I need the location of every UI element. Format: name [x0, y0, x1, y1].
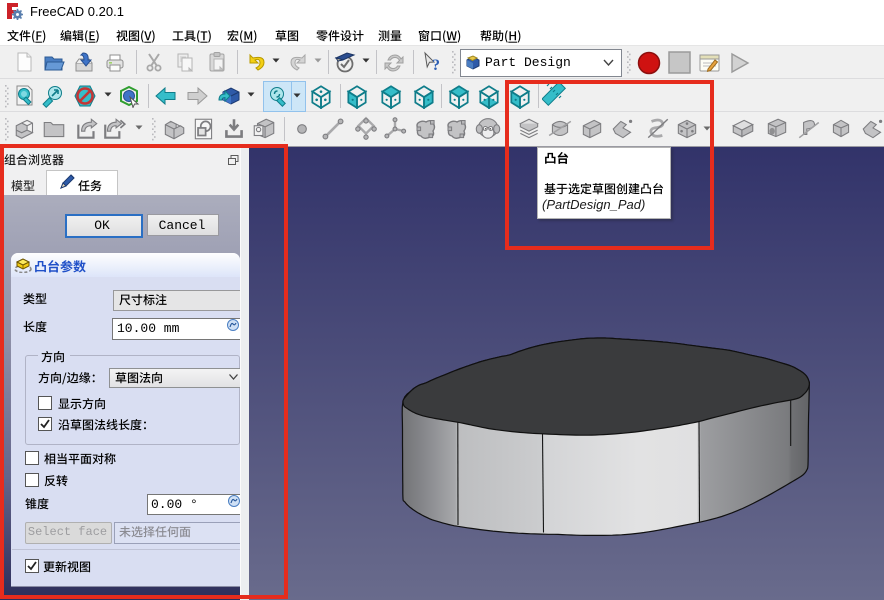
- svg-text:?: ?: [432, 57, 440, 73]
